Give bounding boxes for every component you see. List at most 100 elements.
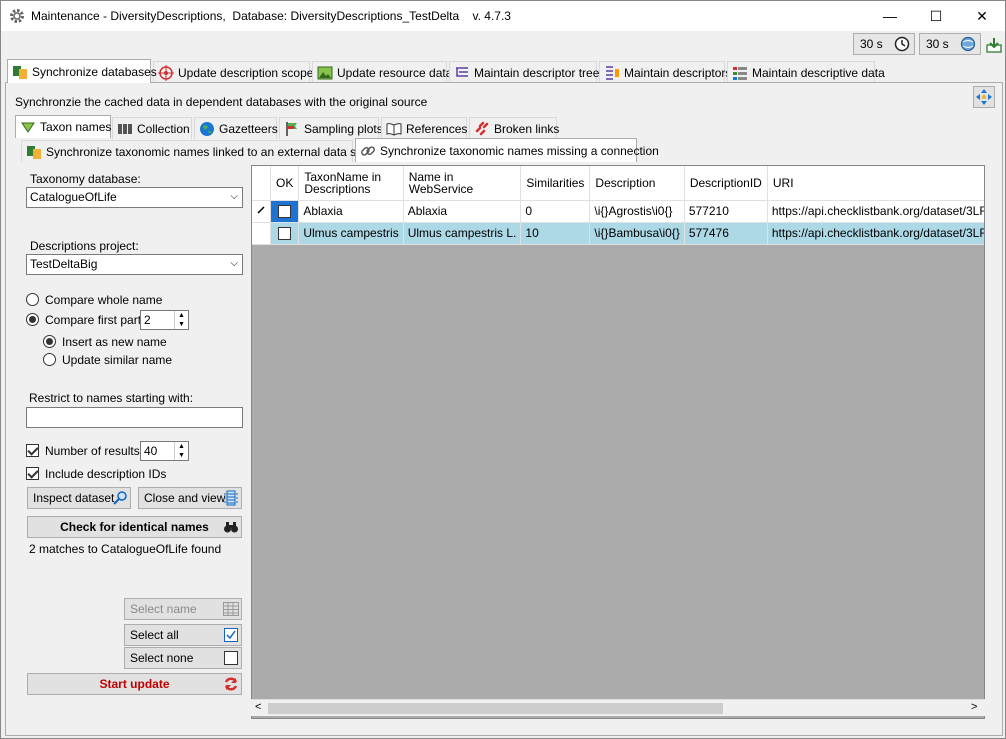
- ok-cell[interactable]: [270, 200, 300, 223]
- close-and-view-button[interactable]: Close and view: [138, 487, 242, 509]
- download-icon[interactable]: [985, 36, 1003, 54]
- start-update-label: Start update: [99, 677, 170, 691]
- select-none-button[interactable]: Select none: [124, 647, 242, 669]
- ok-checkbox[interactable]: [278, 205, 292, 219]
- tab-label: Maintain descriptive data: [752, 65, 885, 80]
- timer-button-2[interactable]: 30 s: [919, 33, 981, 55]
- tab-maintain-descriptors[interactable]: Maintain descriptors: [599, 61, 731, 83]
- select-all-button[interactable]: Select all: [124, 624, 242, 646]
- refresh-icon: [224, 677, 238, 691]
- maximize-button[interactable]: ☐: [913, 1, 959, 31]
- project-select[interactable]: TestDeltaBig ⌵: [26, 254, 243, 275]
- compare-first-stepper[interactable]: 2 ▲ ▼: [140, 310, 189, 330]
- compare-first-radio[interactable]: [26, 313, 39, 326]
- update-similar-radio[interactable]: [43, 353, 56, 366]
- webservice-cell[interactable]: Ulmus campestris L.: [403, 222, 522, 245]
- number-results-checkbox[interactable]: [26, 444, 39, 457]
- move-arrows-icon[interactable]: [973, 86, 995, 108]
- description-id-cell[interactable]: 577476: [684, 222, 768, 245]
- inspect-label: Inspect dataset: [33, 491, 115, 505]
- compare-first-value: 2: [144, 313, 151, 327]
- include-ids-label: Include description IDs: [45, 467, 167, 481]
- tab-label: Maintain descriptor trees: [474, 65, 606, 80]
- description-id-cell[interactable]: 577210: [684, 200, 768, 223]
- taxon-cell[interactable]: Ulmus campestris: [298, 222, 404, 245]
- column-header-ok[interactable]: OK: [270, 166, 300, 201]
- description-cell[interactable]: \i{}Agrostis\i0{}: [589, 200, 685, 223]
- number-results-stepper[interactable]: 40 ▲ ▼: [140, 441, 189, 461]
- magnifier-icon: [113, 491, 127, 505]
- column-header-similarities[interactable]: Similarities: [520, 166, 591, 201]
- title-bar: Maintenance - DiversityDescriptions, Dat…: [1, 1, 1005, 31]
- column-header-description-id[interactable]: DescriptionID: [684, 166, 768, 201]
- panel-description: Synchronzie the cached data in dependent…: [15, 95, 428, 109]
- select-name-label: Select name: [130, 602, 197, 616]
- table-row[interactable]: Ablaxia Ablaxia 0 \i{}Agrostis\i0{} 5772…: [252, 200, 984, 223]
- tab-sync-missing-connection[interactable]: Synchronize taxonomic names missing a co…: [355, 138, 659, 162]
- sync-database-icon: [27, 145, 41, 159]
- column-header-webservice[interactable]: Name in WebService: [403, 166, 522, 201]
- update-similar-label: Update similar name: [62, 353, 173, 367]
- inspect-dataset-button[interactable]: Inspect dataset: [27, 487, 131, 509]
- row-edit-indicator: [252, 200, 271, 223]
- compare-first-label: Compare first parts: [45, 313, 148, 327]
- tab-collection[interactable]: Collection: [112, 117, 192, 139]
- tab-references[interactable]: References: [381, 117, 467, 139]
- uri-cell[interactable]: https://api.checklistbank.org/dataset/3L…: [767, 222, 984, 245]
- taxon-cell[interactable]: Ablaxia: [298, 200, 404, 223]
- select-all-label: Select all: [130, 628, 179, 642]
- tab-label: Gazetteers: [219, 121, 278, 136]
- restrict-input[interactable]: [26, 407, 243, 428]
- start-update-button[interactable]: Start update: [27, 673, 242, 695]
- similarities-cell[interactable]: 10: [520, 222, 591, 245]
- column-header-taxon-name[interactable]: TaxonName in Descriptions: [298, 166, 404, 201]
- tab-synchronize-databases[interactable]: Synchronize databases: [7, 59, 157, 83]
- select-name-button[interactable]: Select name: [124, 598, 242, 620]
- tab-sync-linked-names[interactable]: Synchronize taxonomic names linked to an…: [21, 140, 386, 162]
- tab-label: Broken links: [494, 121, 560, 136]
- number-results-label: Number of results:: [45, 444, 144, 458]
- webservice-cell[interactable]: Ablaxia: [403, 200, 522, 223]
- tab-label: Synchronize taxonomic names missing a co…: [380, 143, 659, 158]
- ok-cell[interactable]: [270, 222, 300, 245]
- minimize-button[interactable]: —: [867, 1, 913, 31]
- tab-gazetteers[interactable]: Gazetteers: [194, 117, 278, 139]
- spin-down-icon[interactable]: ▼: [174, 451, 188, 460]
- check-identical-button[interactable]: Check for identical names: [27, 516, 242, 538]
- window-title: Maintenance - DiversityDescriptions, Dat…: [31, 9, 511, 23]
- taxonomy-value: CatalogueOfLife: [30, 190, 117, 204]
- link-icon: [361, 145, 375, 156]
- tab-broken-links[interactable]: Broken links: [469, 117, 560, 139]
- scroll-left-icon[interactable]: <: [255, 701, 261, 713]
- column-header-description[interactable]: Description: [589, 166, 685, 201]
- horizontal-scrollbar[interactable]: < >: [251, 699, 985, 716]
- tab-update-resource-data[interactable]: Update resource data: [312, 61, 452, 83]
- tab-sampling-plots[interactable]: Sampling plots: [279, 117, 383, 139]
- compare-whole-radio[interactable]: [26, 293, 39, 306]
- tab-maintain-descriptive-data[interactable]: Maintain descriptive data: [727, 61, 885, 83]
- tab-taxon-names[interactable]: Taxon names: [15, 115, 111, 138]
- insert-new-radio[interactable]: [43, 335, 56, 348]
- taxonomy-select[interactable]: CatalogueOfLife ⌵: [26, 187, 243, 208]
- similarities-cell[interactable]: 0: [520, 200, 591, 223]
- timer-button-1[interactable]: 30 s: [853, 33, 915, 55]
- tab-label: Taxon names: [40, 120, 112, 134]
- table-row[interactable]: Ulmus campestris Ulmus campestris L. 10 …: [252, 222, 984, 245]
- taxonomy-label: Taxonomy database:: [30, 172, 141, 186]
- data-grid-icon: [733, 66, 747, 80]
- description-cell[interactable]: \i{}Bambusa\i0{}: [589, 222, 685, 245]
- close-button[interactable]: ✕: [959, 1, 1005, 31]
- ok-checkbox[interactable]: [278, 227, 292, 241]
- scroll-right-icon[interactable]: >: [971, 701, 977, 713]
- tab-maintain-descriptor-trees[interactable]: Maintain descriptor trees: [449, 61, 605, 83]
- results-grid: OK TaxonName in Descriptions Name in Web…: [251, 165, 985, 719]
- spin-down-icon[interactable]: ▼: [174, 320, 188, 329]
- scrollbar-thumb[interactable]: [268, 703, 723, 714]
- include-ids-checkbox[interactable]: [26, 467, 39, 480]
- spin-up-icon[interactable]: ▲: [174, 442, 188, 451]
- uri-cell[interactable]: https://api.checklistbank.org/dataset/3L…: [767, 200, 984, 223]
- column-header-uri[interactable]: URI: [767, 166, 984, 201]
- binoculars-icon: [224, 522, 238, 533]
- spin-up-icon[interactable]: ▲: [174, 311, 188, 320]
- tab-update-description-scopes[interactable]: Update description scopes: [153, 61, 319, 83]
